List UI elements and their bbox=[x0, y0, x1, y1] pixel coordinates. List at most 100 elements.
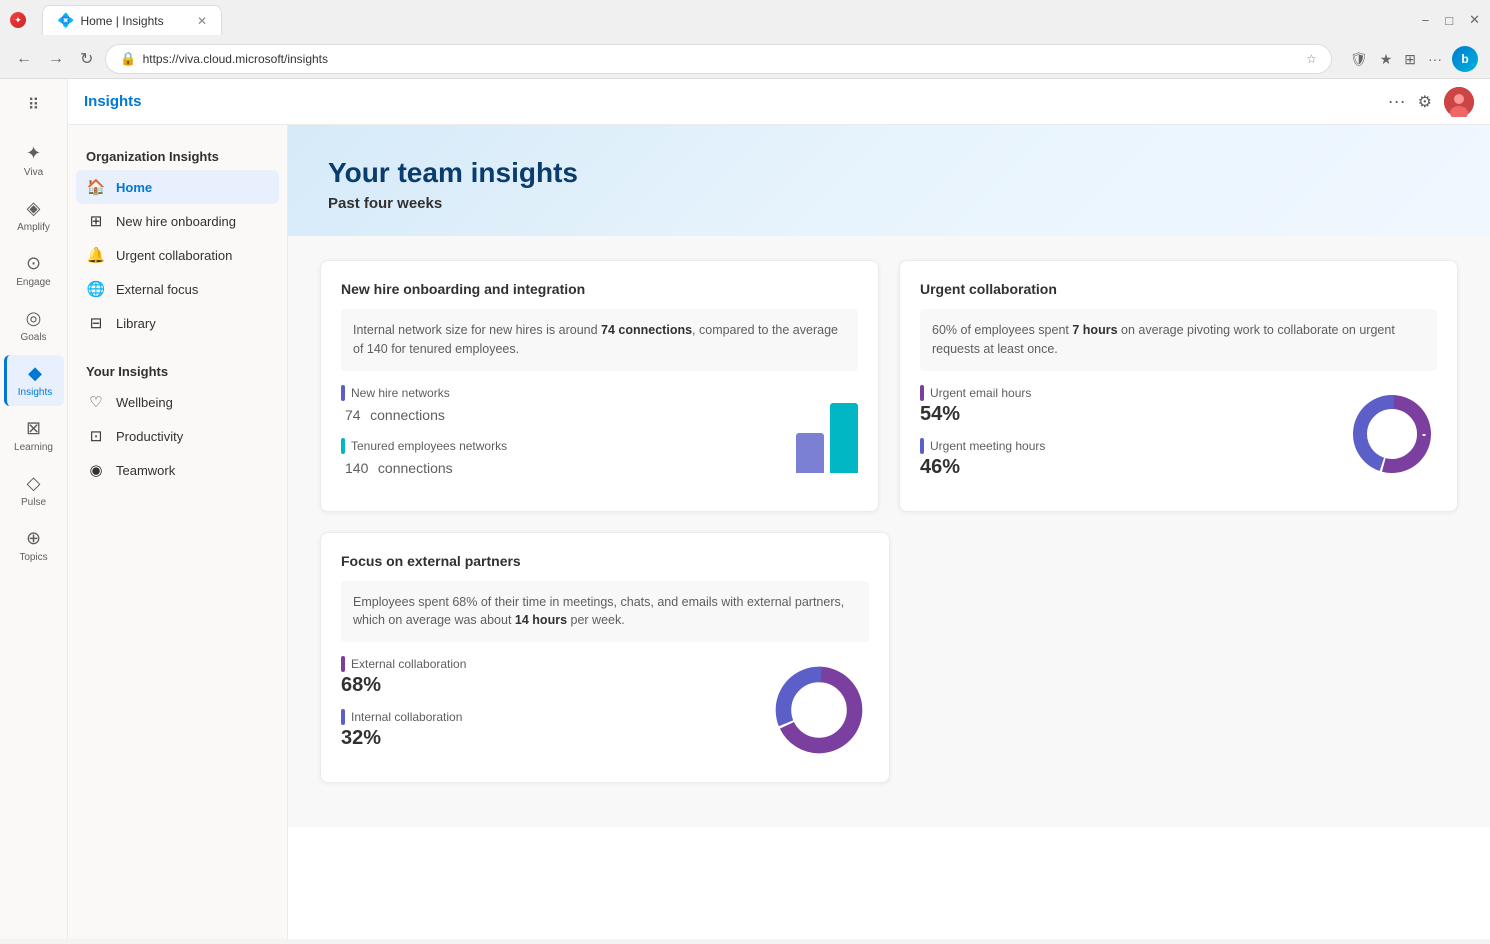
sidebar-label-urgent: Urgent collaboration bbox=[116, 248, 232, 263]
browser-controls: ✦ bbox=[10, 12, 26, 28]
new-hire-network-value: 74 connections bbox=[341, 403, 780, 426]
user-avatar[interactable] bbox=[1444, 87, 1474, 117]
tab-title: Home | Insights bbox=[80, 14, 163, 28]
collections-icon[interactable]: ⊞ bbox=[1402, 49, 1418, 70]
urgent-donut-chart bbox=[1347, 389, 1437, 479]
sidebar-item-wellbeing[interactable]: ♡ Wellbeing bbox=[76, 385, 279, 419]
sidebar-label-teamwork: Teamwork bbox=[116, 463, 175, 478]
external-donut-chart bbox=[769, 660, 869, 760]
maximize-button[interactable]: □ bbox=[1445, 13, 1453, 28]
amplify-icon: ◈ bbox=[27, 198, 41, 219]
sidebar-item-productivity[interactable]: ⊡ Productivity bbox=[76, 419, 279, 453]
external-collab-value: 68% bbox=[341, 674, 753, 697]
app-main: Insights ··· ⚙ Organization Insights bbox=[68, 79, 1490, 939]
tab-close-button[interactable]: ✕ bbox=[197, 14, 207, 28]
urgent-email-label: Urgent email hours bbox=[930, 386, 1031, 400]
sidebar-item-new-hire[interactable]: ⊞ New hire onboarding bbox=[76, 204, 279, 238]
more-options-button[interactable]: ··· bbox=[1426, 49, 1444, 69]
external-donut-svg bbox=[769, 660, 869, 760]
header-more-button[interactable]: ··· bbox=[1388, 91, 1406, 112]
app-header: Insights ··· ⚙ bbox=[68, 79, 1490, 125]
your-section-title: Your Insights bbox=[76, 356, 279, 385]
sidebar-item-library[interactable]: ⊟ Library bbox=[76, 306, 279, 340]
external-collab-label: External collaboration bbox=[351, 657, 466, 671]
external-card: Focus on external partners Employees spe… bbox=[320, 532, 890, 784]
pulse-icon: ◇ bbox=[27, 473, 41, 494]
urgent-donut-svg bbox=[1347, 389, 1437, 479]
url-text: https://viva.cloud.microsoft/insights bbox=[143, 52, 1301, 66]
nav-item-learning[interactable]: ⊠ Learning bbox=[4, 410, 64, 461]
tenured-network-label: Tenured employees networks bbox=[351, 439, 507, 453]
org-section-title: Organization Insights bbox=[76, 141, 279, 170]
refresh-button[interactable]: ↻ bbox=[76, 47, 97, 71]
shield-icon[interactable]: 🛡 bbox=[1348, 49, 1370, 70]
sidebar-item-external[interactable]: 🌐 External focus bbox=[76, 272, 279, 306]
metric-external-collab: External collaboration 68% bbox=[341, 656, 753, 697]
urgent-meeting-color-bar bbox=[920, 438, 924, 454]
hero-banner: Your team insights Past four weeks bbox=[288, 125, 1490, 236]
browser-chrome: ✦ 💠 Home | Insights ✕ − □ ✕ ← → ↻ 🔒 http… bbox=[0, 0, 1490, 79]
back-button[interactable]: ← bbox=[12, 48, 36, 70]
apps-dots-button[interactable]: ⠿ bbox=[16, 87, 52, 123]
bing-copilot-button[interactable]: b bbox=[1452, 46, 1478, 72]
minimize-button[interactable]: − bbox=[1422, 13, 1430, 28]
address-bar: ← → ↻ 🔒 https://viva.cloud.microsoft/ins… bbox=[0, 40, 1490, 78]
external-color-bar bbox=[341, 656, 345, 672]
new-hire-network-label: New hire networks bbox=[351, 386, 450, 400]
browser-titlebar: ✦ 💠 Home | Insights ✕ − □ ✕ bbox=[0, 0, 1490, 40]
sidebar-item-home[interactable]: 🏠 Home bbox=[76, 170, 279, 204]
nav-item-insights[interactable]: ◆ Insights bbox=[4, 355, 64, 406]
sidebar-item-urgent[interactable]: 🔔 Urgent collaboration bbox=[76, 238, 279, 272]
nav-item-topics[interactable]: ⊕ Topics bbox=[4, 520, 64, 571]
urgent-metrics: Urgent email hours 54% Urgent meeting ho… bbox=[920, 385, 1437, 491]
url-bar[interactable]: 🔒 https://viva.cloud.microsoft/insights … bbox=[105, 44, 1332, 74]
topics-icon: ⊕ bbox=[26, 528, 41, 549]
settings-button[interactable]: ⚙ bbox=[1418, 92, 1432, 112]
cards-row-2: Focus on external partners Employees spe… bbox=[320, 532, 1458, 784]
internal-color-bar bbox=[341, 709, 345, 725]
new-hire-metrics: New hire networks 74 connections bbox=[341, 385, 858, 491]
sidebar-item-teamwork[interactable]: ◉ Teamwork bbox=[76, 453, 279, 487]
app-container: ⠿ ✦ Viva ◈ Amplify ⊙ Engage ◎ Goals ◆ In… bbox=[0, 79, 1490, 939]
browser-action-buttons: 🛡 ★ ⊞ ··· b bbox=[1348, 46, 1478, 72]
sidebar-label-library: Library bbox=[116, 316, 156, 331]
nav-item-engage[interactable]: ⊙ Engage bbox=[4, 245, 64, 296]
urgent-card: Urgent collaboration 60% of employees sp… bbox=[899, 260, 1458, 512]
wellbeing-icon: ♡ bbox=[86, 393, 106, 411]
library-icon: ⊟ bbox=[86, 314, 106, 332]
metric-urgent-email: Urgent email hours 54% bbox=[920, 385, 1331, 426]
cards-row-1: New hire onboarding and integration Inte… bbox=[320, 260, 1458, 512]
nav-item-amplify[interactable]: ◈ Amplify bbox=[4, 190, 64, 241]
external-metrics: External collaboration 68% Internal coll… bbox=[341, 656, 869, 762]
sidebar: Organization Insights 🏠 Home ⊞ New hire … bbox=[68, 125, 288, 939]
engage-icon: ⊙ bbox=[26, 253, 41, 274]
external-card-title: Focus on external partners bbox=[341, 553, 869, 569]
sidebar-label-home: Home bbox=[116, 180, 152, 195]
content-area: Organization Insights 🏠 Home ⊞ New hire … bbox=[68, 125, 1490, 939]
favorites-star-icon[interactable]: ★ bbox=[1378, 49, 1395, 70]
nav-item-viva[interactable]: ✦ Viva bbox=[4, 135, 64, 186]
external-icon: 🌐 bbox=[86, 280, 106, 298]
nav-item-pulse[interactable]: ◇ Pulse bbox=[4, 465, 64, 516]
home-icon: 🏠 bbox=[86, 178, 106, 196]
tab-favicon: 💠 bbox=[57, 12, 74, 29]
hero-title: Your team insights bbox=[328, 157, 1450, 189]
external-card-description: Employees spent 68% of their time in mee… bbox=[341, 581, 869, 643]
sidebar-label-productivity: Productivity bbox=[116, 429, 183, 444]
active-tab[interactable]: 💠 Home | Insights ✕ bbox=[42, 5, 222, 35]
close-button[interactable]: ✕ bbox=[1469, 12, 1480, 28]
urgent-card-title: Urgent collaboration bbox=[920, 281, 1437, 297]
insights-icon: ◆ bbox=[28, 363, 42, 384]
hero-subtitle: Past four weeks bbox=[328, 195, 1450, 212]
urgent-metrics-list: Urgent email hours 54% Urgent meeting ho… bbox=[920, 385, 1331, 491]
new-hire-card: New hire onboarding and integration Inte… bbox=[320, 260, 879, 512]
new-hire-bar-chart bbox=[796, 393, 858, 473]
forward-button[interactable]: → bbox=[44, 48, 68, 70]
tab-bar: 💠 Home | Insights ✕ bbox=[34, 5, 230, 35]
urgent-meeting-value: 46% bbox=[920, 456, 1331, 479]
sidebar-label-wellbeing: Wellbeing bbox=[116, 395, 173, 410]
nav-item-goals[interactable]: ◎ Goals bbox=[4, 300, 64, 351]
urgent-email-value: 54% bbox=[920, 403, 1331, 426]
viva-icon: ✦ bbox=[26, 143, 41, 164]
header-actions: ··· ⚙ bbox=[1388, 87, 1474, 117]
